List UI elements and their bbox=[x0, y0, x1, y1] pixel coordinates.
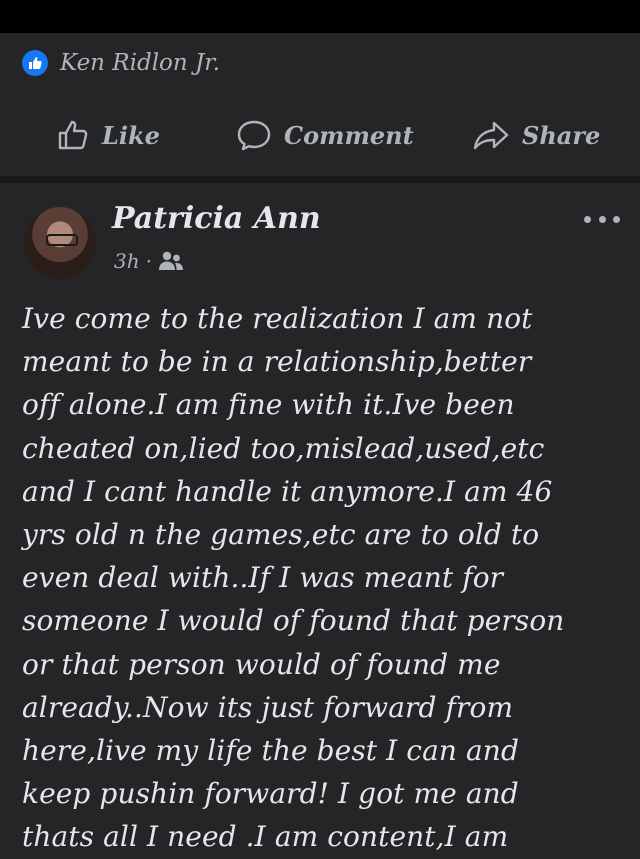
share-label: Share bbox=[522, 120, 601, 150]
post-card: Patricia Ann 3h · Ive come to the realiz… bbox=[0, 183, 640, 853]
previous-post-footer: Ken Ridlon Jr. Like Comment Share bbox=[0, 33, 640, 176]
like-button[interactable]: Like bbox=[56, 109, 160, 161]
thumbs-up-icon bbox=[58, 120, 88, 150]
like-reaction-icon bbox=[22, 50, 48, 76]
feed-divider bbox=[0, 176, 640, 183]
share-arrow-icon bbox=[473, 121, 509, 150]
more-options-icon[interactable] bbox=[584, 209, 620, 229]
status-bar bbox=[0, 0, 640, 33]
share-button[interactable]: Share bbox=[472, 109, 600, 161]
meta-separator: · bbox=[145, 249, 152, 273]
like-label: Like bbox=[102, 120, 160, 150]
post-action-bar: Like Comment Share bbox=[0, 109, 640, 161]
post-author-name[interactable]: Patricia Ann bbox=[112, 201, 321, 236]
post-meta: 3h · bbox=[114, 249, 184, 273]
reaction-summary[interactable]: Ken Ridlon Jr. bbox=[22, 50, 220, 76]
post-timestamp[interactable]: 3h bbox=[114, 249, 140, 273]
avatar[interactable] bbox=[24, 207, 96, 279]
liker-name: Ken Ridlon Jr. bbox=[60, 50, 221, 76]
post-body-text: Ive come to the realization I am not mea… bbox=[22, 302, 565, 854]
friends-icon bbox=[158, 251, 183, 270]
comment-bubble-icon bbox=[237, 120, 271, 151]
comment-button[interactable]: Comment bbox=[236, 109, 414, 161]
avatar-glasses-detail bbox=[46, 234, 78, 246]
comment-label: Comment bbox=[284, 120, 414, 150]
